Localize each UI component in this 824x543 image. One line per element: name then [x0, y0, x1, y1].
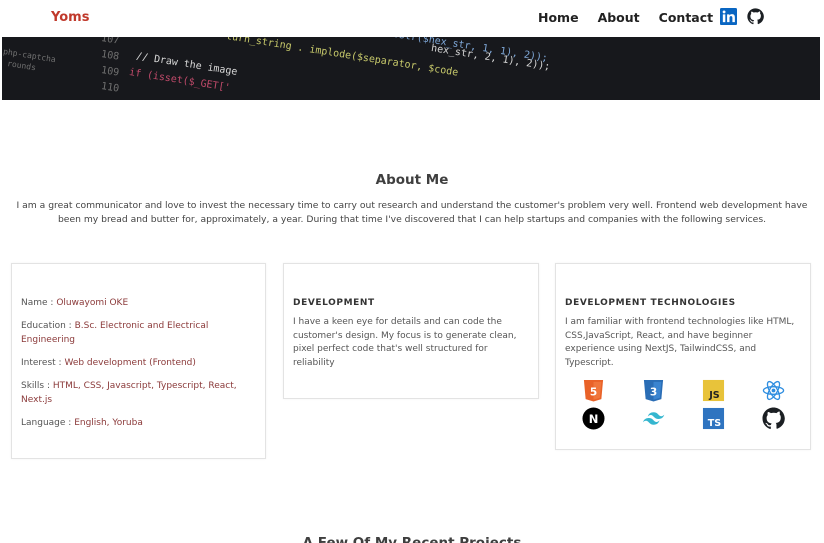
- development-card: DEVELOPMENT I have a keen eye for detail…: [283, 263, 539, 399]
- html5-glyph: 5: [590, 386, 597, 398]
- projects-title: A Few Of My Recent Projects: [302, 535, 522, 543]
- nav-contact-link[interactable]: Contact: [659, 10, 713, 25]
- about-text-line: been my bread and butter for, approximat…: [57, 214, 767, 225]
- skills-value: HTML, CSS, Javascript, Typescript, React…: [21, 381, 237, 405]
- skills-label: Skills :: [21, 381, 51, 391]
- github-icon[interactable]: [747, 8, 764, 25]
- nav-about-link[interactable]: About: [598, 10, 640, 25]
- technologies-card: DEVELOPMENT TECHNOLOGIES I am familiar w…: [555, 263, 811, 450]
- javascript-glyph: JS: [708, 390, 720, 401]
- javascript-icon: JS: [702, 379, 725, 401]
- react-icon: [762, 380, 785, 401]
- typescript-icon: TS: [702, 407, 725, 429]
- profile-card: Name : Oluwayomi OKE Education : B.Sc. E…: [11, 263, 266, 459]
- profile-skills: Skills : HTML, CSS, Javascript, Typescri…: [21, 379, 251, 407]
- nav-links: Home About Contact: [538, 10, 732, 25]
- profile-education: Education : B.Sc. Electronic and Electri…: [21, 319, 251, 347]
- css3-glyph: 3: [650, 386, 657, 398]
- interest-value: Web development (Frontend): [64, 358, 196, 368]
- tailwind-icon: [642, 412, 665, 425]
- html5-icon: 5: [583, 379, 604, 402]
- profile-language: Language : English, Yoruba: [21, 416, 251, 430]
- about-title: About Me: [375, 172, 449, 188]
- code-line-number: 108: [100, 49, 120, 63]
- education-label: Education :: [21, 321, 72, 331]
- interest-label: Interest :: [21, 358, 62, 368]
- brand-logo[interactable]: Yoms: [51, 10, 89, 25]
- name-value: Oluwayomi OKE: [56, 298, 129, 308]
- name-label: Name :: [21, 298, 54, 308]
- about-text-line: I am a great communicator and love to in…: [16, 200, 808, 211]
- nav-home-link[interactable]: Home: [538, 10, 579, 25]
- technologies-heading: DEVELOPMENT TECHNOLOGIES: [565, 298, 736, 308]
- code-snippet: rounds: [6, 59, 37, 73]
- about-description: I am a great communicator and love to in…: [12, 199, 812, 227]
- technologies-body: I am familiar with frontend technologies…: [565, 317, 795, 368]
- nextjs-glyph: N: [589, 412, 599, 426]
- development-heading: DEVELOPMENT: [293, 298, 375, 308]
- typescript-glyph: TS: [708, 418, 722, 429]
- linkedin-icon[interactable]: [720, 8, 737, 25]
- top-navbar: Yoms Home About Contact: [0, 0, 824, 37]
- hero-banner: php-captcha rounds 107 108 109 110 // Dr…: [2, 37, 820, 100]
- development-body: I have a keen eye for details and can co…: [293, 317, 517, 368]
- profile-name: Name : Oluwayomi OKE: [21, 296, 251, 310]
- github-icon: [762, 407, 785, 429]
- code-line-number: 110: [100, 81, 120, 95]
- css3-icon: 3: [643, 379, 664, 402]
- profile-interest: Interest : Web development (Frontend): [21, 356, 251, 370]
- code-line-number: 107: [100, 37, 120, 47]
- language-value: English, Yoruba: [74, 418, 143, 428]
- code-line-number: 109: [100, 65, 120, 79]
- nextjs-icon: N: [582, 407, 605, 430]
- language-label: Language :: [21, 418, 72, 428]
